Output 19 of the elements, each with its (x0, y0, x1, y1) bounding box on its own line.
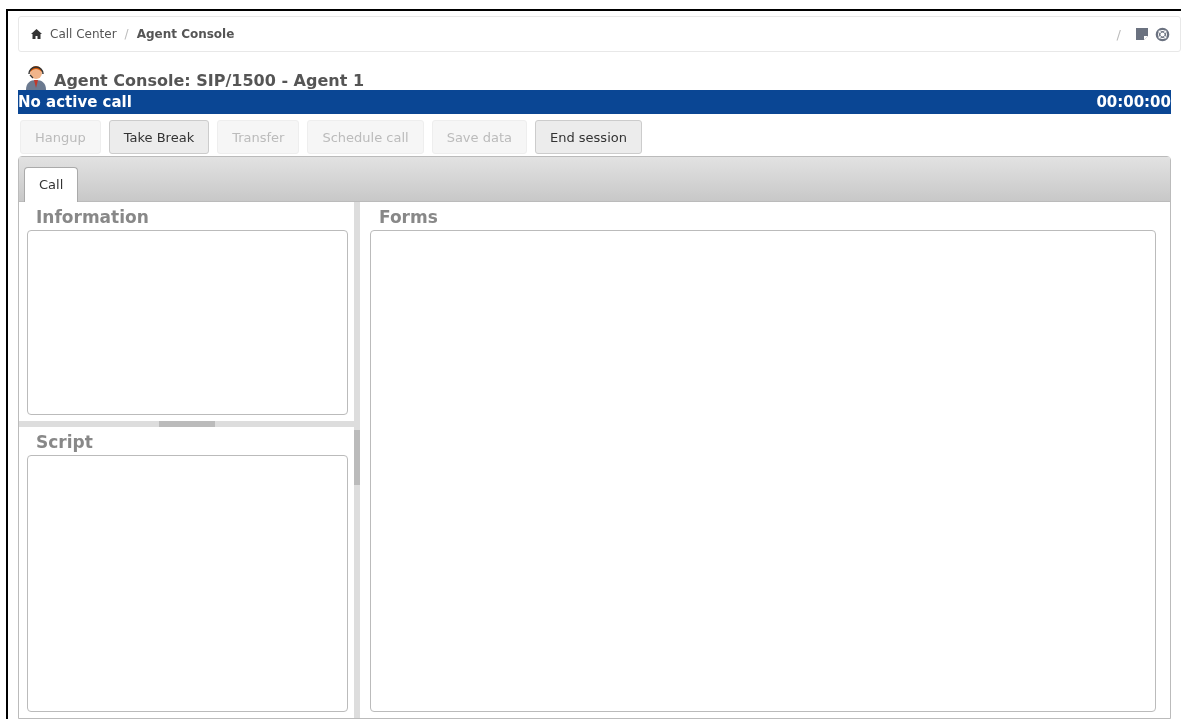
agent-avatar-icon (24, 64, 48, 90)
call-status-text: No active call (18, 93, 132, 111)
splitter[interactable] (354, 202, 360, 718)
splitter-handle[interactable] (158, 421, 215, 427)
action-button[interactable]: End session (535, 120, 642, 154)
splitter-handle[interactable] (354, 430, 360, 485)
action-button[interactable]: Take Break (108, 120, 210, 154)
page-title: Agent Console: SIP/1500 - Agent 1 (54, 72, 365, 90)
lifebuoy-icon[interactable] (1155, 26, 1170, 42)
breadcrumb-separator: / (1116, 26, 1121, 42)
tab[interactable]: Call (24, 167, 79, 202)
call-timer: 00:00:00 (1096, 93, 1171, 111)
sticky-note-icon[interactable] (1135, 27, 1149, 41)
breadcrumb-link[interactable]: Agent Console (136, 27, 235, 41)
splitter[interactable] (19, 421, 354, 427)
breadcrumb-separator: / (124, 27, 129, 41)
home-icon[interactable] (31, 29, 42, 39)
panel-legend: Script (36, 432, 93, 452)
breadcrumb-link[interactable]: Call Center (50, 27, 117, 41)
